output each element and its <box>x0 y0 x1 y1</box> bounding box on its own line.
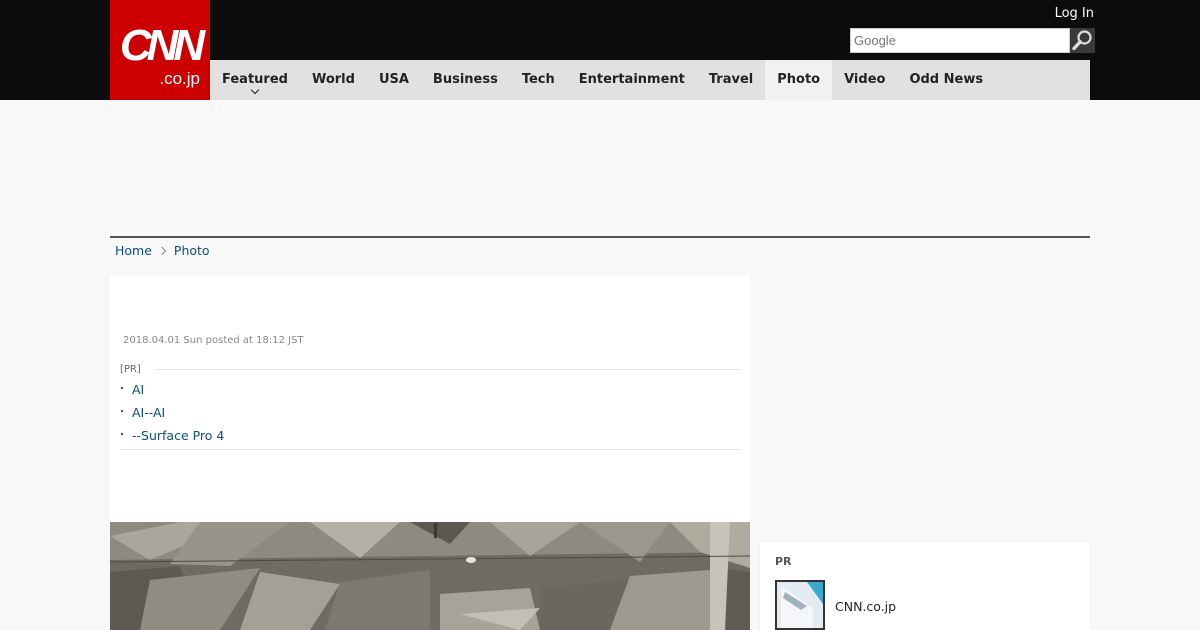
sidebar-thumbnail[interactable] <box>775 580 825 630</box>
pr-link[interactable]: AI <box>132 382 144 397</box>
sidebar-pr-label: PR <box>775 555 792 568</box>
nav-item-photo[interactable]: Photo <box>765 60 833 100</box>
pr-links-block: [PR] AI AI--AI --Surface Pro 4 <box>117 364 740 450</box>
chevron-right-icon <box>157 246 167 256</box>
search-button[interactable] <box>1070 28 1095 53</box>
article-photo[interactable] <box>110 522 750 630</box>
anechoic-chamber-image <box>110 522 750 630</box>
breadcrumb-photo-link[interactable]: Photo <box>174 243 210 259</box>
nav-item-entertainment[interactable]: Entertainment <box>567 60 697 100</box>
article-card: 2018.04.01 Sun posted at 18:12 JST [PR] … <box>110 276 750 536</box>
main-nav: Featured World USA Business Tech Enterta… <box>210 60 1090 100</box>
nav-item-label: Tech <box>521 72 555 87</box>
list-item: AI--AI <box>117 401 740 424</box>
nav-item-usa[interactable]: USA <box>367 60 421 100</box>
nav-item-video[interactable]: Video <box>832 60 897 100</box>
nav-item-label: World <box>311 72 355 87</box>
sidebar-pr-box: PR CNN.co.jp <box>760 542 1090 630</box>
logo-wordmark: CNN <box>119 21 205 70</box>
nav-item-travel[interactable]: Travel <box>697 60 765 100</box>
logo-domain: .co.jp <box>159 69 200 88</box>
thumbnail-image-icon <box>777 582 823 628</box>
nav-item-label: Odd News <box>909 72 984 87</box>
search-icon <box>1072 30 1092 51</box>
pr-link[interactable]: --Surface Pro 4 <box>132 428 224 443</box>
chevron-down-icon <box>250 85 260 95</box>
pr-label: [PR] <box>120 364 149 376</box>
content-divider <box>110 236 1090 238</box>
cnn-logo[interactable]: CNN .co.jp <box>110 0 210 100</box>
sidebar-item-title[interactable]: CNN.co.jp <box>835 599 896 615</box>
login-link[interactable]: Log In <box>1055 6 1094 22</box>
nav-item-label: Business <box>432 72 498 87</box>
pr-list: AI AI--AI --Surface Pro 4 <box>117 378 740 447</box>
nav-item-featured[interactable]: Featured <box>210 60 300 100</box>
pr-link[interactable]: AI--AI <box>132 405 165 420</box>
pr-header-rule <box>154 369 740 370</box>
nav-item-world[interactable]: World <box>300 60 367 100</box>
nav-item-label: Photo <box>777 72 821 87</box>
breadcrumb-home-link[interactable]: Home <box>115 243 152 259</box>
nav-item-label: Entertainment <box>578 72 685 87</box>
breadcrumb: Home Photo <box>115 243 210 259</box>
nav-item-label: Travel <box>708 72 754 87</box>
pr-footer-rule <box>120 449 740 450</box>
pr-header: [PR] <box>120 364 740 378</box>
nav-item-label: USA <box>378 72 409 87</box>
posted-timestamp: 2018.04.01 Sun posted at 18:12 JST <box>123 335 304 346</box>
search-input[interactable] <box>850 28 1070 53</box>
nav-item-tech[interactable]: Tech <box>510 60 567 100</box>
list-item: --Surface Pro 4 <box>117 424 740 447</box>
nav-item-label: Video <box>844 72 886 87</box>
list-item: AI <box>117 378 740 401</box>
nav-item-business[interactable]: Business <box>421 60 510 100</box>
nav-item-odd-news[interactable]: Odd News <box>897 60 995 100</box>
